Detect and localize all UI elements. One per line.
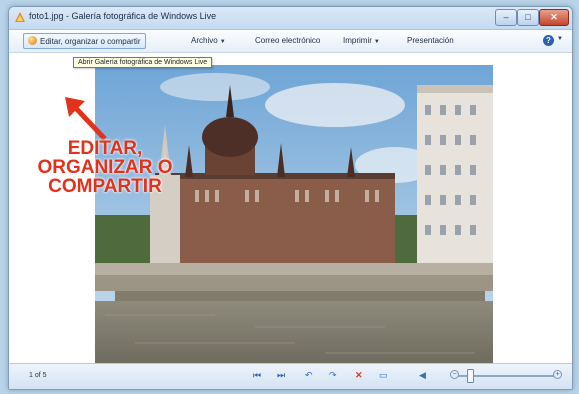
- delete-icon[interactable]: ✕: [355, 370, 363, 381]
- callout-line-3: COMPARTIR: [48, 176, 162, 197]
- rotate-left-icon[interactable]: ↶: [305, 370, 313, 381]
- photo-parliament[interactable]: [95, 65, 493, 364]
- chevron-down-icon: ▼: [219, 39, 226, 45]
- speaker-icon[interactable]: ◀: [419, 370, 426, 381]
- photo-viewer: EDITAR, ORGANIZAR O COMPARTIR: [9, 53, 572, 364]
- prev-icon[interactable]: ⏮: [253, 370, 261, 381]
- chevron-down-icon: ▼: [373, 39, 380, 45]
- menu-imprimir[interactable]: Imprimir ▼: [339, 34, 384, 47]
- help-chevron-down-icon[interactable]: ▼: [557, 36, 563, 42]
- gallery-window: foto1.jpg - Galería fotográfica de Windo…: [8, 6, 573, 390]
- window-title: foto1.jpg - Galería fotográfica de Windo…: [29, 11, 217, 21]
- rotate-right-icon[interactable]: ↷: [329, 370, 337, 381]
- zoom-plus-icon[interactable]: +: [553, 370, 562, 379]
- menu-correo-label: Correo electrónico: [255, 36, 321, 45]
- callout-line-2: ORGANIZAR O: [37, 157, 173, 178]
- maximize-icon: □: [525, 12, 531, 22]
- title-bar[interactable]: foto1.jpg - Galería fotográfica de Windo…: [9, 7, 572, 30]
- menu-bar: Editar, organizar o compartir Archivo ▼ C…: [9, 30, 572, 53]
- menu-presentacion-label: Presentación: [407, 36, 454, 45]
- menu-archivo[interactable]: Archivo ▼: [187, 34, 230, 47]
- maximize-button[interactable]: □: [517, 9, 539, 26]
- menu-presentacion[interactable]: Presentación: [403, 34, 458, 47]
- tooltip: Abrir Galería fotográfica de Windows Liv…: [73, 57, 213, 68]
- callout-line-1: EDITAR,: [67, 138, 143, 159]
- edit-organize-share-label: Editar, organizar o compartir: [40, 37, 141, 46]
- gallery-app-icon: [15, 12, 25, 22]
- status-bar: 1 of 5 ⏮ ⏭ ↶ ↷ ✕ ▭ ◀ − +: [9, 363, 572, 389]
- minimize-icon: –: [503, 12, 509, 22]
- close-button[interactable]: ✕: [539, 9, 569, 26]
- photo-counter: 1 of 5: [29, 372, 47, 379]
- close-icon: ✕: [550, 12, 558, 22]
- edit-organize-share-button[interactable]: Editar, organizar o compartir: [23, 33, 146, 49]
- edit-icon: [28, 36, 37, 45]
- fit-icon[interactable]: ▭: [379, 370, 388, 381]
- menu-imprimir-label: Imprimir: [343, 36, 372, 45]
- next-icon[interactable]: ⏭: [277, 370, 285, 381]
- minimize-button[interactable]: –: [495, 9, 517, 26]
- menu-correo[interactable]: Correo electrónico: [251, 34, 324, 47]
- zoom-slider-thumb[interactable]: [467, 369, 474, 383]
- callout-text: EDITAR, ORGANIZAR O COMPARTIR: [17, 139, 193, 196]
- menu-archivo-label: Archivo: [191, 36, 218, 45]
- help-icon[interactable]: ?: [543, 35, 554, 46]
